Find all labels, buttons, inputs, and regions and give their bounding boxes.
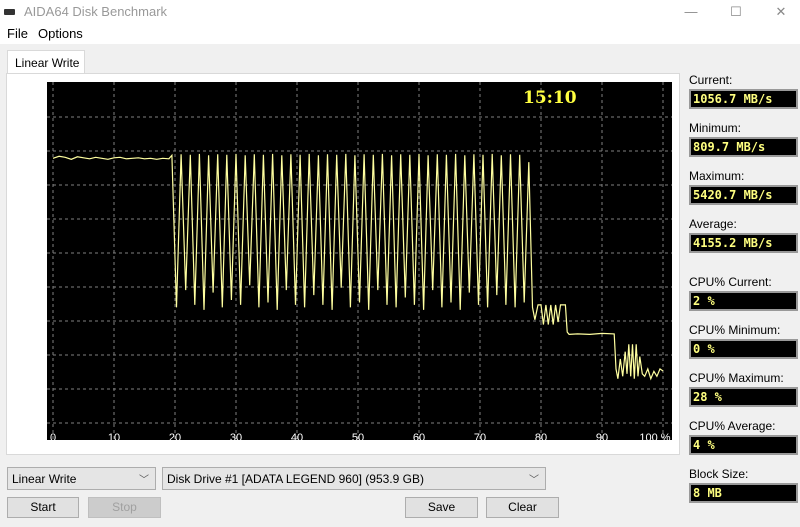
x-tick-label: 20 [169, 432, 181, 444]
disk-icon [4, 9, 15, 15]
x-tick-label: 90 [596, 432, 608, 444]
stat-label: CPU% Minimum: [689, 323, 781, 337]
y-tick-label: 691 [17, 385, 34, 396]
clear-button[interactable]: Clear [486, 497, 559, 518]
start-button[interactable]: Start [7, 497, 79, 518]
stat-value: 5420.7 MB/s [689, 185, 798, 205]
stat-value: 2 % [689, 291, 798, 311]
stat-label: CPU% Average: [689, 419, 776, 433]
y-tick-label: 4837 [17, 181, 40, 192]
y-axis-label: MB/s [19, 86, 42, 97]
stat-label: Block Size: [689, 467, 749, 481]
stat-value: 28 % [689, 387, 798, 407]
title-bar: AIDA64 Disk Benchmark — ☐ ✕ [0, 0, 800, 24]
y-tick-label: 5528 [17, 147, 40, 158]
save-button[interactable]: Save [405, 497, 478, 518]
stat-value: 8 MB [689, 483, 798, 503]
stop-button[interactable]: Stop [88, 497, 161, 518]
drive-select[interactable]: Disk Drive #1 [ADATA LEGEND 960] (953.9 … [162, 467, 546, 490]
y-tick-label: 3455 [17, 249, 40, 260]
close-button[interactable]: ✕ [766, 2, 796, 22]
chevron-down-icon: ﹀ [529, 475, 539, 486]
y-tick-label: 1382 [17, 351, 40, 362]
stat-label: Current: [689, 73, 733, 87]
menu-file[interactable]: File [7, 26, 28, 41]
elapsed-time: 15:10 [523, 88, 577, 108]
stat-value: 1056.7 MB/s [689, 89, 798, 109]
chevron-down-icon: ﹀ [139, 475, 149, 486]
stat-label: Average: [689, 217, 737, 231]
minimize-button[interactable]: — [676, 2, 706, 22]
benchmark-chart: 0 691 1382 2073 2764 3455 4146 4837 5528 6219 0 10 2… [17, 82, 672, 444]
y-tick-label: 6219 [17, 113, 40, 124]
stat-label: Maximum: [689, 169, 745, 183]
x-tick-label: 0 [50, 432, 56, 444]
menu-bar: File Options [0, 24, 800, 44]
test-type-select[interactable]: Linear Write ﹀ [7, 467, 156, 490]
stat-value: 4155.2 MB/s [689, 233, 798, 253]
x-tick-label: 30 [230, 432, 242, 444]
window-title: AIDA64 Disk Benchmark [24, 4, 168, 19]
stat-label: CPU% Maximum: [689, 371, 784, 385]
x-tick-label: 60 [413, 432, 425, 444]
y-tick-label: 4146 [17, 215, 40, 226]
stat-value: 4 % [689, 435, 798, 455]
x-tick-label: 40 [291, 432, 303, 444]
tab-linear-write[interactable]: Linear Write [7, 50, 85, 74]
stat-label: CPU% Current: [689, 275, 772, 289]
stat-label: Minimum: [689, 121, 742, 135]
y-tick-label: 0 [17, 419, 23, 430]
x-tick-label: 100 % [639, 432, 670, 444]
drive-value: Disk Drive #1 [ADATA LEGEND 960] (953.9 … [167, 472, 424, 486]
x-tick-label: 70 [474, 432, 486, 444]
plot-area [47, 82, 672, 440]
stat-value: 809.7 MB/s [689, 137, 798, 157]
maximize-button[interactable]: ☐ [721, 2, 751, 22]
x-tick-label: 80 [535, 432, 547, 444]
y-tick-label: 2764 [17, 283, 40, 294]
test-type-value: Linear Write [12, 472, 77, 486]
menu-options[interactable]: Options [38, 26, 83, 41]
y-tick-label: 2073 [17, 317, 40, 328]
x-tick-label: 10 [108, 432, 120, 444]
stat-value: 0 % [689, 339, 798, 359]
x-tick-label: 50 [352, 432, 364, 444]
